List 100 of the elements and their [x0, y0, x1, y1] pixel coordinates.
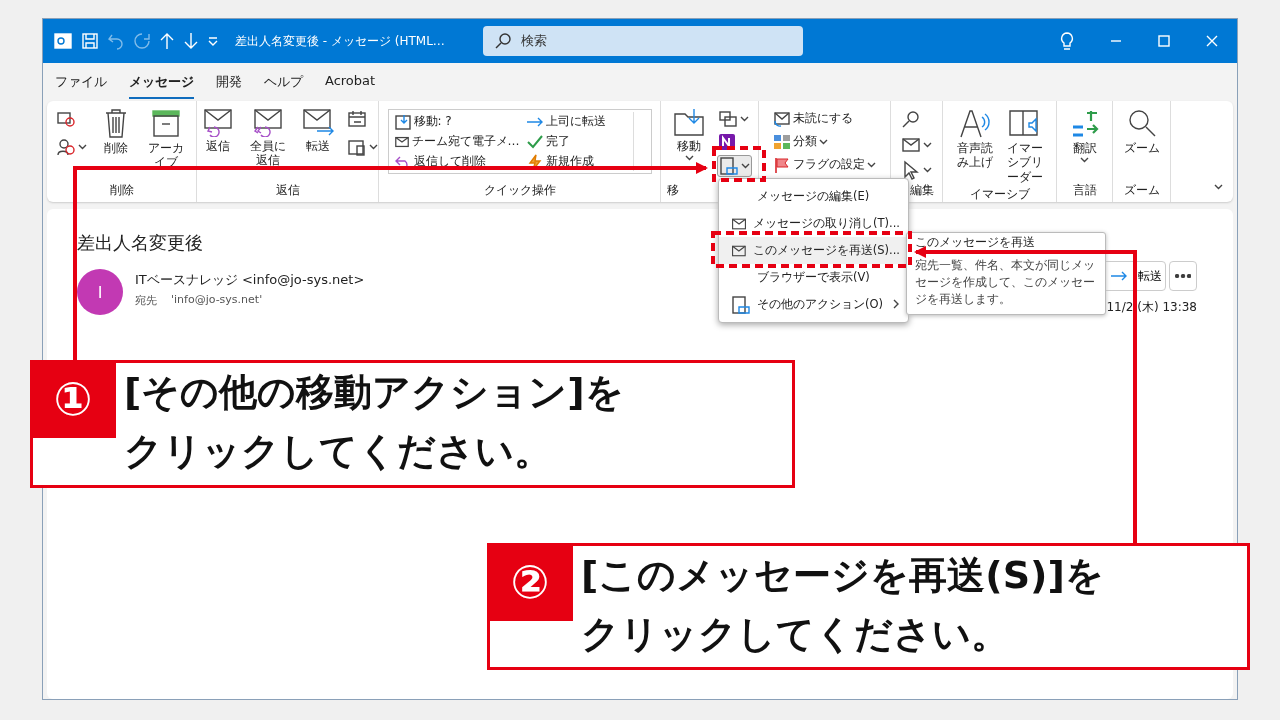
menu-tab[interactable]: ヘルプ	[264, 73, 303, 99]
caret-icon	[369, 144, 378, 150]
caret-icon	[1214, 184, 1223, 190]
caret-icon	[1080, 157, 1089, 164]
more-move-actions-button[interactable]	[717, 155, 752, 177]
menu-item[interactable]: このメッセージを再送(S)...	[719, 237, 908, 264]
search-icon	[901, 110, 921, 130]
group-label: ズーム	[1122, 182, 1161, 199]
search-field[interactable]: 検索	[483, 26, 803, 56]
menu-item[interactable]: ブラウザーで表示(V)	[719, 264, 908, 291]
message-subject: 差出人名変更後	[77, 231, 203, 255]
caret-icon	[684, 155, 694, 162]
group-label: 移	[667, 182, 680, 199]
quick-step[interactable]: 上司に転送	[524, 112, 629, 131]
quick-step[interactable]: 移動: ?	[392, 112, 521, 131]
window-title: 差出人名変更後 - メッセージ (HTML…	[235, 32, 446, 50]
move-to-folder-icon	[393, 113, 412, 130]
quick-step[interactable]: チーム宛て電子メ…	[392, 132, 521, 151]
caret-icon	[741, 163, 750, 169]
menu-tab[interactable]: 開発	[216, 73, 242, 99]
message-actions-icon	[719, 157, 739, 175]
undo-icon	[107, 32, 125, 50]
more-dots-icon	[1175, 274, 1191, 278]
close-icon	[1205, 34, 1219, 48]
quick-step[interactable]: 完了	[524, 132, 629, 151]
group-label: 削除	[108, 182, 135, 199]
menu-item[interactable]: メッセージの取り消し(T)...	[719, 210, 908, 237]
group-label: 返信	[274, 182, 301, 199]
caret-icon	[923, 167, 932, 173]
ribbon-small-button[interactable]	[55, 137, 88, 157]
device-icon	[347, 138, 367, 156]
menu-tab[interactable]: ファイル	[55, 73, 107, 99]
ribbon-small-button[interactable]	[346, 137, 378, 157]
lightbulb-icon	[1059, 31, 1075, 51]
group-label: クイック操作	[482, 182, 557, 199]
recipient-label: 宛先	[135, 293, 157, 308]
menu-item[interactable]: その他のアクション(O)	[719, 291, 908, 318]
archive-box-icon	[150, 107, 182, 139]
customize-icon	[207, 35, 219, 47]
pointer-icon	[901, 160, 921, 180]
ribbon-small-button[interactable]	[900, 135, 933, 155]
ribbon-button[interactable]: 転送	[296, 105, 340, 156]
mail-icon	[901, 136, 921, 154]
right-arrow-icon	[525, 116, 544, 127]
reply-envelope-icon	[202, 107, 234, 137]
quick-step[interactable]: 新規作成	[524, 152, 629, 171]
group-label: 編集	[909, 182, 935, 199]
block-mail-icon	[56, 110, 76, 128]
checkmark-icon	[525, 133, 544, 150]
ribbon-button[interactable]: 削除	[94, 105, 138, 158]
ribbon-button[interactable]: ズーム	[1119, 105, 1164, 158]
caret-icon	[867, 161, 876, 168]
right-arrow-icon	[1110, 271, 1128, 281]
step-number: ②	[487, 543, 573, 621]
caret-icon	[78, 144, 87, 150]
group-label: イマーシブ	[968, 186, 1031, 202]
app-icon	[53, 32, 73, 50]
message-actions-icon	[731, 295, 751, 314]
reply-all-envelope-icon	[252, 107, 284, 137]
redo-icon	[133, 32, 151, 50]
category-grid-icon	[773, 133, 791, 150]
flag-icon	[773, 156, 791, 173]
callout-text: [このメッセージを再送(S)]を クリックしてください。	[580, 552, 1104, 658]
recipient-address: 'info@jo-sys.net'	[171, 293, 263, 308]
more-button[interactable]	[1169, 261, 1197, 291]
callout-text: [その他の移動アクション]を クリックしてください。	[123, 369, 624, 475]
caret-icon	[819, 138, 828, 145]
sender-name: ITベースナレッジ <info@jo-sys.net>	[135, 271, 365, 289]
forward-envelope-icon	[301, 107, 335, 137]
menu-tab[interactable]: メッセージ	[129, 73, 194, 99]
search-icon	[495, 33, 511, 49]
sender-avatar: I	[77, 269, 123, 315]
ribbon-small-button[interactable]: フラグの設定	[772, 155, 877, 174]
ribbon-button[interactable]: 全員に返信	[246, 105, 290, 170]
menu-item[interactable]: メッセージの編集(E)	[719, 183, 908, 210]
calendar-icon	[347, 110, 367, 128]
down-arrow-icon	[183, 32, 199, 50]
maximize-icon	[1157, 34, 1171, 48]
ribbon-button[interactable]: 移動	[667, 105, 711, 164]
up-arrow-icon	[159, 32, 175, 50]
step-number: ①	[30, 360, 116, 438]
unread-mail-icon	[773, 110, 791, 127]
ribbon-small-button[interactable]: 分類	[772, 132, 877, 151]
message-date: 11/2 (木) 13:38	[1106, 299, 1197, 316]
chevron-right-icon	[892, 298, 900, 309]
caret-icon	[923, 142, 932, 148]
block-sender-icon	[56, 138, 76, 156]
ribbon-button[interactable]: イマーシブリーダー	[1002, 105, 1047, 187]
ribbon-button[interactable]: 翻訳	[1062, 105, 1107, 166]
caret-icon	[740, 116, 749, 122]
highlight-frame	[712, 146, 766, 182]
ribbon-small-button[interactable]: 未読にする	[772, 109, 877, 128]
group-label: 言語	[1071, 182, 1098, 199]
ribbon-button[interactable]: 返信	[197, 105, 240, 156]
tooltip-title: このメッセージを再送	[915, 235, 1036, 250]
menu-tab[interactable]: Acrobat	[325, 73, 376, 99]
save-icon	[81, 32, 99, 50]
ribbon-button[interactable]: 音声読み上げ	[952, 105, 997, 172]
rules-icon	[718, 110, 738, 128]
folder-arrow-icon	[672, 107, 706, 137]
